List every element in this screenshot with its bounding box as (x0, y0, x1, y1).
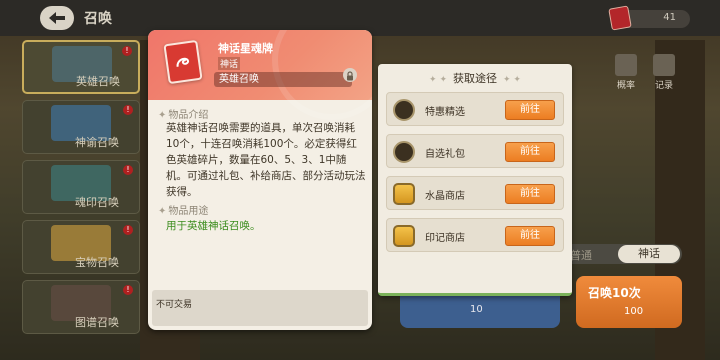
intro-section-title: ✦ 物品介绍 (158, 110, 209, 121)
arrow-left-icon (49, 12, 65, 24)
trade-restriction: 不可交易 (156, 300, 193, 310)
alert-badge-icon: ! (122, 46, 132, 56)
alert-badge-icon: ! (123, 165, 133, 175)
item-rarity: 神话 (218, 57, 241, 70)
sidebar-item-atlas-summon[interactable]: 图谱召唤 ! (22, 280, 140, 334)
source-row: 水晶商店 前往 (386, 176, 564, 210)
gift-icon (393, 141, 415, 163)
currency-counter: 41 (608, 5, 690, 31)
acquisition-title: ✦ ✦ 获取途径 ✦ ✦ (429, 72, 521, 85)
sidebar-item-label: 神谕召唤 (75, 136, 119, 149)
sidebar-item-label: 魂印召唤 (75, 196, 119, 209)
probability-label: 概率 (616, 81, 635, 91)
sidebar-item-hero-summon[interactable]: 英雄召唤 ! (22, 40, 140, 94)
summon-type-toggle: 普通 神话 (562, 244, 682, 264)
item-name: 神话星魂牌 (218, 42, 273, 55)
summon-sidebar: 英雄召唤 ! 神谕召唤 ! 魂印召唤 ! 宝物召唤 ! 图谱召唤 ! (22, 40, 140, 340)
item-detail-card: 神话星魂牌 神话 英雄召唤 ✦ 物品介绍 英雄神话召唤需要的道具，单次召唤消耗10… (148, 30, 372, 330)
star-soul-card-icon (163, 39, 203, 85)
acquisition-panel: ✦ ✦ 获取途径 ✦ ✦ 特惠精选 前往 自选礼包 前往 水晶商店 前往 印记商店 … (378, 64, 572, 296)
sidebar-item-label: 英雄召唤 (76, 75, 120, 88)
sidebar-item-treasure-summon[interactable]: 宝物召唤 ! (22, 220, 140, 274)
source-label: 自选礼包 (425, 149, 465, 160)
summon-ten-cost: 100 (624, 306, 644, 317)
record-label: 记录 (654, 81, 673, 91)
alert-badge-icon: ! (123, 225, 133, 235)
go-button[interactable]: 前往 (505, 184, 555, 204)
go-button[interactable]: 前往 (505, 226, 555, 246)
page-title: 召唤 (84, 11, 112, 27)
source-label: 特惠精选 (425, 107, 465, 118)
go-button[interactable]: 前往 (505, 142, 555, 162)
item-description: 英雄神话召唤需要的道具，单次召唤消耗10个，十连召唤消耗100个。必定获得红色英… (166, 122, 366, 198)
source-row: 自选礼包 前往 (386, 134, 564, 168)
item-type: 英雄召唤 (214, 72, 352, 87)
shop-icon (393, 183, 415, 205)
probability-icon (615, 54, 637, 76)
record-icon (653, 54, 675, 76)
item-usage: 用于英雄神话召唤。 (166, 220, 261, 232)
summon-ten-label: 召唤10次 (588, 286, 641, 300)
currency-value: 41 (663, 12, 676, 23)
source-row: 特惠精选 前往 (386, 92, 564, 126)
alert-badge-icon: ! (123, 285, 133, 295)
usage-section-title: ✦ 物品用途 (158, 206, 209, 217)
item-card-header: 神话星魂牌 神话 英雄召唤 (148, 30, 372, 120)
sparkle-icon: ✦ ✦ (503, 75, 521, 85)
sidebar-item-label: 图谱召唤 (75, 316, 119, 329)
probability-button[interactable]: 概率 (612, 54, 640, 92)
tab-mythic[interactable]: 神话 (618, 245, 680, 263)
lock-icon (343, 68, 357, 82)
shop-icon (393, 225, 415, 247)
sidebar-item-soul-seal-summon[interactable]: 魂印召唤 ! (22, 160, 140, 214)
source-label: 印记商店 (425, 233, 465, 244)
summon-ten-button[interactable]: 召唤10次 100 (576, 276, 682, 328)
diamond-bullet-icon: ✦ (158, 206, 167, 217)
swirl-emblem-icon (176, 57, 190, 67)
sidebar-item-label: 宝物召唤 (75, 256, 119, 269)
sparkle-icon: ✦ ✦ (429, 75, 447, 85)
source-row: 印记商店 前往 (386, 218, 564, 252)
source-label: 水晶商店 (425, 191, 465, 202)
alert-badge-icon: ! (123, 105, 133, 115)
tab-normal[interactable]: 普通 (570, 247, 592, 263)
summon-card-icon (608, 5, 632, 31)
record-button[interactable]: 记录 (650, 54, 678, 92)
back-button[interactable] (40, 6, 74, 30)
summon-once-cost: 10 (470, 304, 483, 315)
sidebar-item-oracle-summon[interactable]: 神谕召唤 ! (22, 100, 140, 154)
card-footer: 不可交易 (152, 290, 368, 326)
go-button[interactable]: 前往 (505, 100, 555, 120)
gift-icon (393, 99, 415, 121)
